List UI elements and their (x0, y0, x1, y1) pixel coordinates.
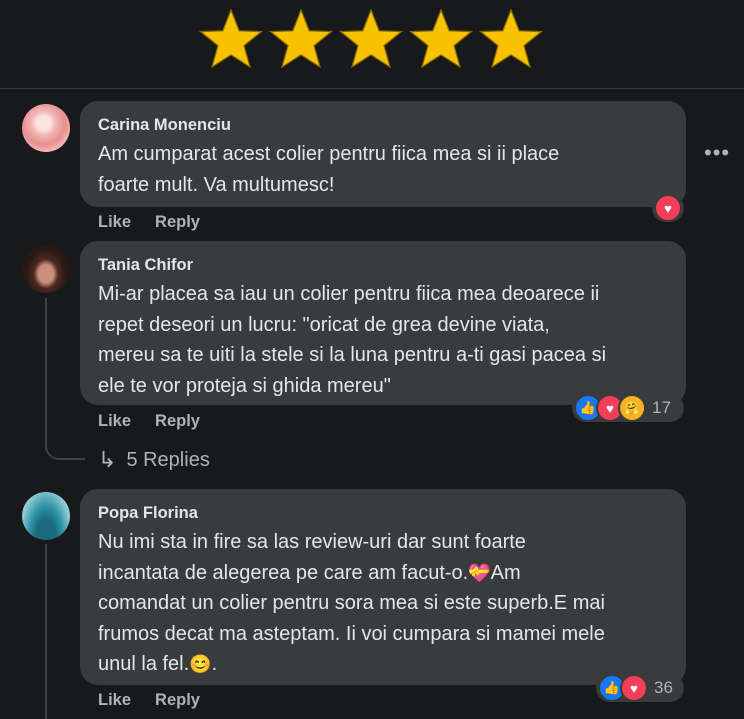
care-reaction-icon: 🤗 (618, 394, 646, 422)
avatar[interactable] (22, 245, 70, 293)
comment-text: Nu imi sta in fire sa las review-uri dar… (98, 531, 605, 675)
divider (0, 88, 744, 89)
reply-button[interactable]: Reply (155, 213, 200, 232)
like-button[interactable]: Like (98, 412, 131, 431)
reaction-summary[interactable]: 👍 ♥ 🤗 17 (572, 394, 684, 422)
like-button[interactable]: Like (98, 691, 131, 710)
love-reaction-icon: ♥ (620, 674, 648, 702)
comment-text: Mi-ar placea sa iau un colier pentru fii… (98, 283, 607, 397)
comments-page: Carina Monenciu Am cumparat acest colier… (0, 0, 744, 719)
star-icon (199, 8, 263, 70)
comment-text: Am cumparat acest colier pentru fiica me… (98, 143, 560, 196)
comment-actions: Like Reply (98, 213, 200, 232)
reply-button[interactable]: Reply (155, 691, 200, 710)
reply-button[interactable]: Reply (155, 412, 200, 431)
star-icon (409, 8, 473, 70)
reply-arrow-icon: ↳ (98, 447, 117, 472)
thread-connector (45, 430, 85, 460)
reaction-summary[interactable]: ♥ (652, 194, 684, 222)
gift-heart-emoji: 💝 (468, 562, 491, 583)
reaction-count: 17 (652, 398, 671, 417)
replies-label: 5 Replies (126, 448, 210, 471)
reaction-summary[interactable]: 👍 ♥ 36 (596, 674, 684, 702)
comment-bubble: Tania Chifor Mi-ar placea sa iau un coli… (80, 241, 686, 405)
view-replies-link[interactable]: ↳ 5 Replies (98, 447, 210, 473)
reaction-count: 36 (654, 678, 673, 697)
comment-author[interactable]: Carina Monenciu (98, 113, 670, 137)
smile-emoji: 😊 (189, 654, 212, 674)
comment-bubble: Popa Florina Nu imi sta in fire sa las r… (80, 489, 686, 685)
star-rating (199, 8, 543, 70)
star-icon (269, 8, 333, 70)
like-button[interactable]: Like (98, 213, 131, 232)
comment-author[interactable]: Tania Chifor (98, 253, 670, 277)
star-icon (479, 8, 543, 70)
thread-line (45, 544, 47, 719)
more-options-button[interactable]: ••• (704, 142, 730, 164)
comment-bubble: Carina Monenciu Am cumparat acest colier… (80, 101, 686, 207)
comment-actions: Like Reply (98, 691, 200, 710)
avatar[interactable] (22, 104, 70, 152)
love-reaction-icon: ♥ (654, 194, 682, 222)
star-icon (339, 8, 403, 70)
comment-actions: Like Reply (98, 412, 200, 431)
thread-line (45, 298, 47, 450)
avatar[interactable] (22, 492, 70, 540)
comment-author[interactable]: Popa Florina (98, 501, 670, 525)
